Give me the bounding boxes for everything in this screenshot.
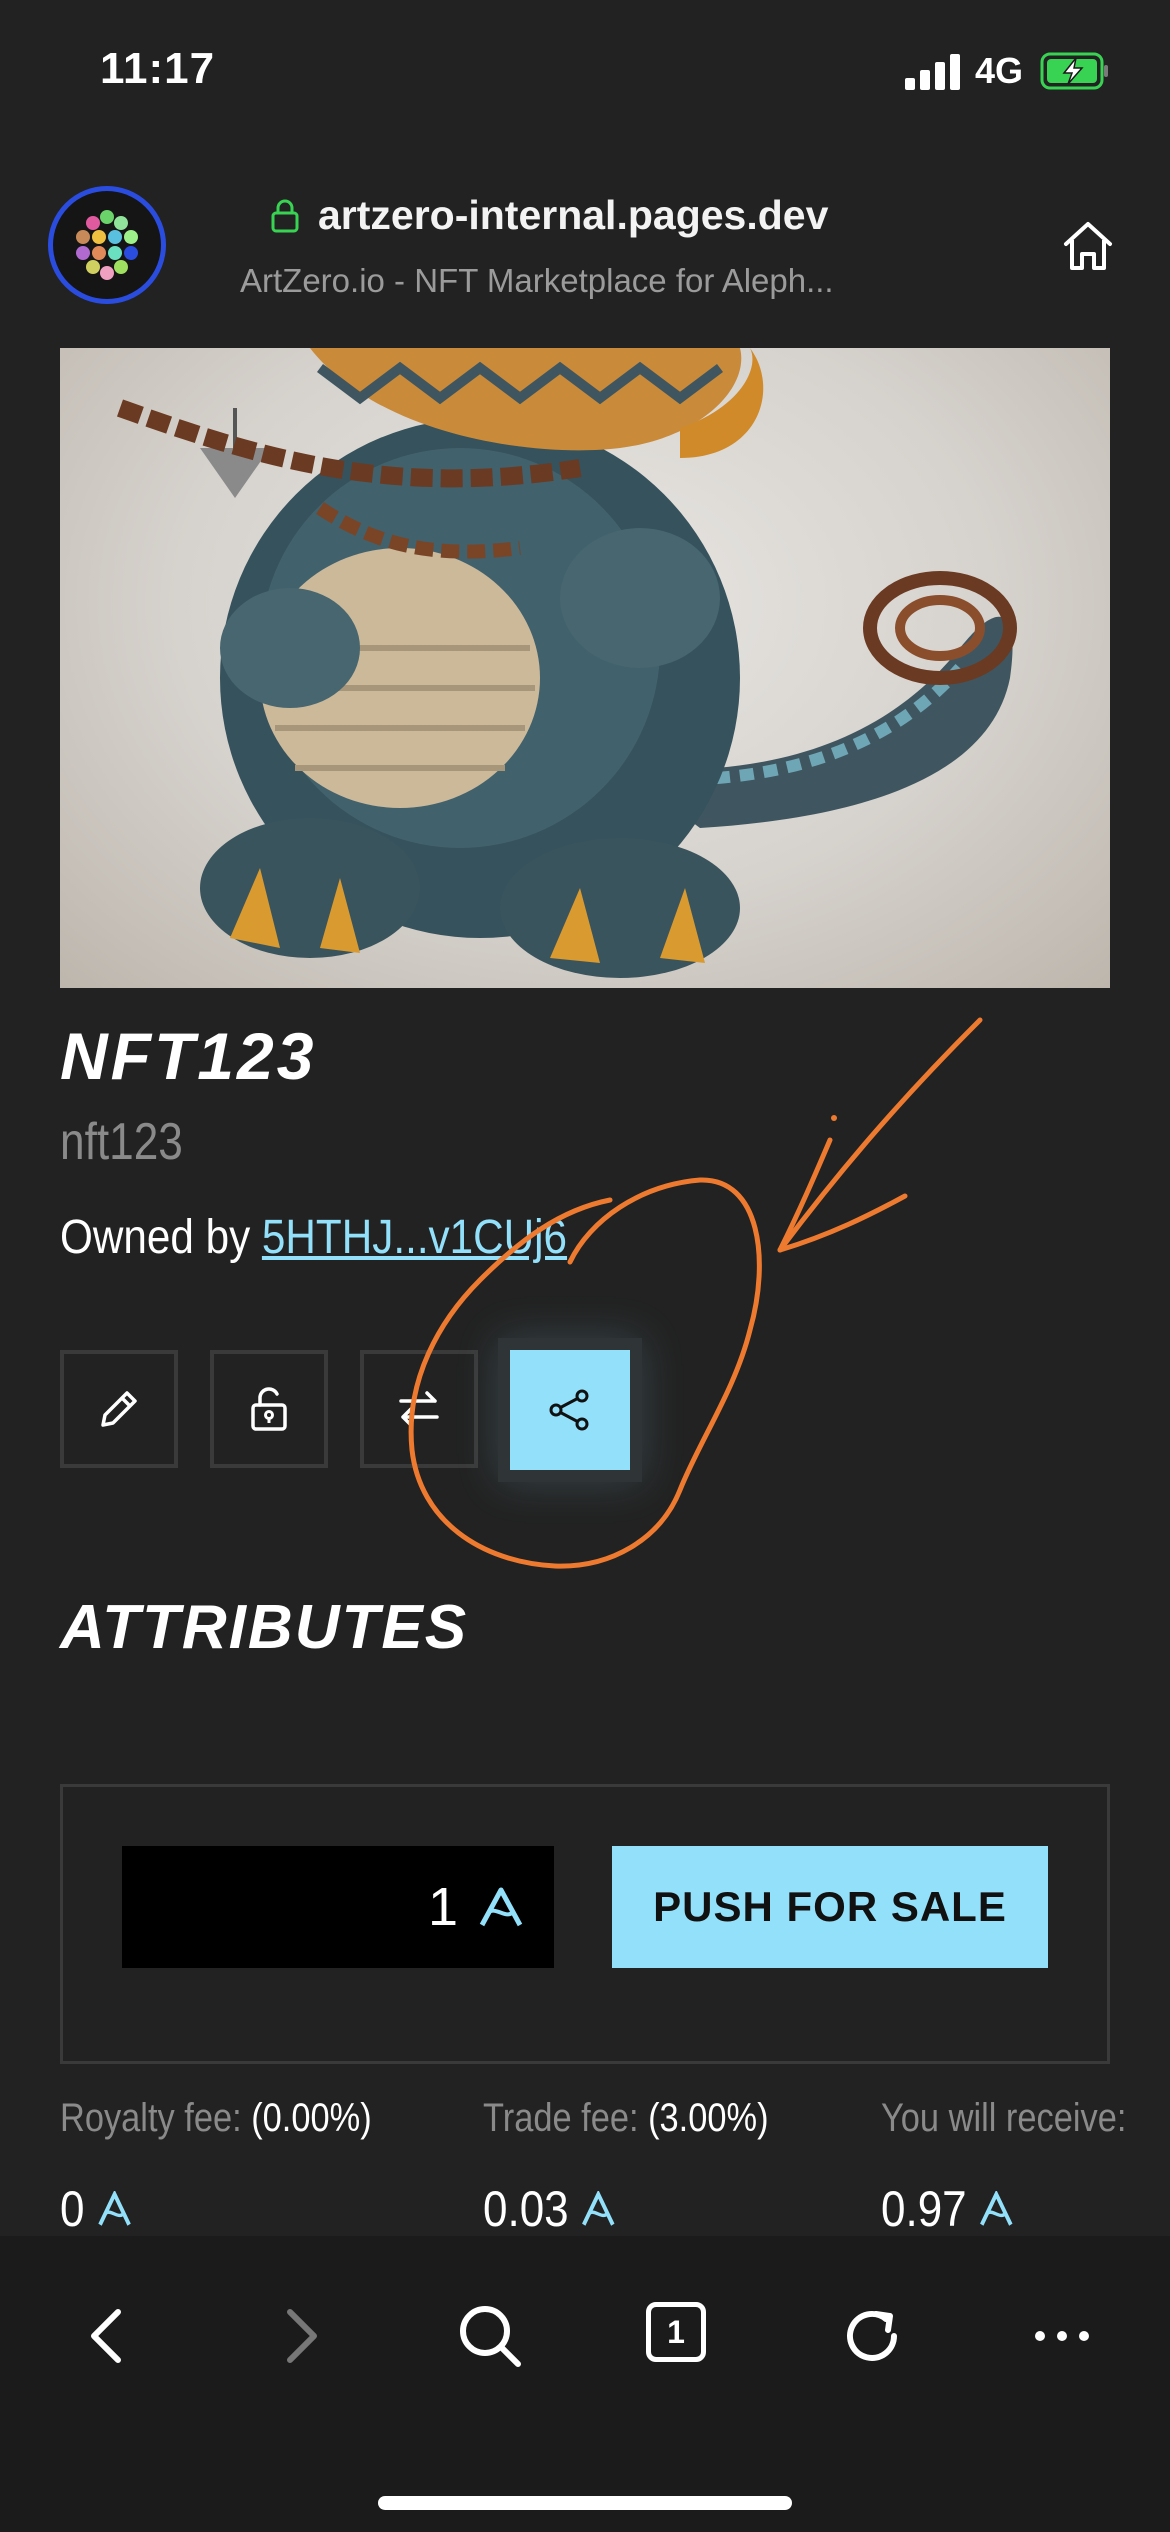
site-favicon: [48, 186, 166, 304]
azero-icon: [98, 2191, 131, 2226]
owned-by-label: Owned by: [60, 1211, 262, 1264]
url-text[interactable]: artzero-internal.pages.dev: [318, 192, 828, 239]
share-button-focus: [498, 1338, 642, 1482]
trade-percent: (3.00%): [648, 2096, 769, 2140]
search-icon[interactable]: [454, 2300, 526, 2372]
edit-button[interactable]: [60, 1350, 178, 1468]
battery-icon: [1040, 52, 1108, 90]
attributes-heading: ATTRIBUTES: [60, 1593, 469, 1662]
price-value[interactable]: 1: [428, 1876, 458, 1938]
unlock-button[interactable]: [210, 1350, 328, 1468]
page-title: ArtZero.io - NFT Marketplace for Aleph..…: [240, 262, 834, 299]
trade-label: Trade fee:: [483, 2096, 649, 2140]
royalty-fee-label: Royalty fee: (0.00%): [60, 2096, 372, 2141]
azero-icon: [980, 2191, 1013, 2226]
royalty-label: Royalty fee:: [60, 2096, 252, 2140]
signal-icon: [905, 54, 960, 90]
home-icon[interactable]: [1060, 218, 1116, 274]
owner-address-link[interactable]: 5HTHJ...v1CUj6: [262, 1211, 567, 1264]
more-icon[interactable]: [1026, 2300, 1098, 2372]
azero-icon: [479, 1887, 523, 1927]
lock-icon: [271, 199, 299, 233]
trade-value: 0.03: [483, 2181, 569, 2237]
azero-icon: [582, 2191, 615, 2226]
royalty-value-row: 0: [60, 2180, 132, 2238]
receive-value: 0.97: [881, 2181, 967, 2237]
back-icon[interactable]: [72, 2300, 144, 2372]
home-indicator: [378, 2496, 792, 2510]
receive-label: You will receive:: [881, 2096, 1127, 2140]
share-icon: [549, 1389, 589, 1431]
transfer-icon: [399, 1391, 439, 1427]
royalty-percent: (0.00%): [251, 2096, 372, 2140]
trade-fee-label: Trade fee: (3.00%): [483, 2096, 769, 2141]
royalty-value: 0: [60, 2181, 85, 2237]
status-time: 11:17: [100, 44, 216, 93]
owner-line: Owned by 5HTHJ...v1CUj6: [60, 1210, 567, 1265]
nft-subtitle: nft123: [60, 1113, 183, 1171]
network-type: 4G: [975, 50, 1024, 91]
price-input[interactable]: 1: [122, 1846, 554, 1968]
browser-toolbar: [0, 2236, 1170, 2532]
forward-icon[interactable]: [264, 2300, 336, 2372]
receive-value-row: 0.97: [881, 2180, 1014, 2238]
nft-image: [60, 348, 1110, 988]
trade-value-row: 0.03: [483, 2180, 616, 2238]
nft-title: NFT123: [60, 1019, 317, 1093]
transfer-button[interactable]: [360, 1350, 478, 1468]
push-for-sale-button[interactable]: PUSH FOR SALE: [612, 1846, 1048, 1968]
reload-icon[interactable]: [836, 2300, 908, 2372]
tabs-button[interactable]: 1: [646, 2302, 706, 2362]
unlock-icon: [251, 1387, 287, 1431]
tabs-count: 1: [667, 2313, 685, 2350]
edit-icon: [101, 1391, 137, 1427]
share-button[interactable]: [510, 1350, 630, 1470]
